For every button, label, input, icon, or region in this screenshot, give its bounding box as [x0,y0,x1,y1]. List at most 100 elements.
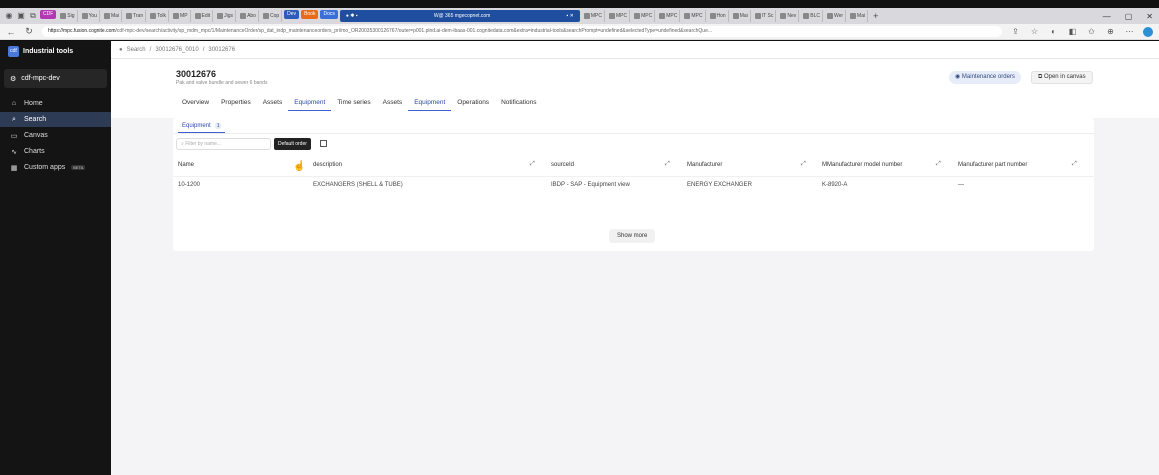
browser-tab-10[interactable]: Cop [261,10,283,22]
browser-tab-strip: ◉ ▣ ⧉ CDF Sig You Mai Tran Tolk MP Edit Jigs Abo C… [0,8,1159,24]
browser-tab-right-1[interactable]: MPC [607,10,631,22]
tab-equipment[interactable]: Equipment [408,97,452,111]
column-header-description[interactable]: description [313,162,342,168]
extensions-icon[interactable]: ◐ [1048,27,1059,36]
more-icon[interactable]: ⋯ [1124,27,1135,36]
url-field[interactable]: https://mpc.fusion.cognite.com/cdf-mpc-d… [42,26,1002,37]
project-selector[interactable]: ⚙ cdf-mpc-dev [4,69,107,88]
split-screen-icon[interactable]: ◧ [1067,27,1078,36]
browser-tab-right-3[interactable]: MPC [657,10,681,22]
app-logo: cdf [8,45,19,57]
tab-favicon-icon [126,13,133,19]
cell-name[interactable]: 10-1200 [178,182,200,188]
browser-tab-7[interactable]: Edit [193,10,214,22]
breadcrumb-search-icon: ● [119,46,123,53]
workspaces-icon[interactable]: ▣ [16,11,26,21]
maintenance-orders-button[interactable]: ◉ Maintenance orders [949,71,1021,84]
new-tab-button[interactable]: + [870,11,881,21]
subtab-label: Equipment [182,123,211,129]
tab-actions-icon[interactable]: ⧉ [28,11,38,21]
browser-tab-right-11[interactable]: Mai [848,10,869,22]
sidebar-item-canvas[interactable]: ▭ Canvas [0,128,111,143]
tab-favicon-icon [659,13,666,19]
show-more-button[interactable]: Show more [609,229,656,243]
browser-tab-12[interactable]: Book [301,10,319,19]
browser-tab-right-4[interactable]: MPC [682,10,706,22]
expand-column-icon[interactable]: ⤢ [530,161,535,168]
column-header-name[interactable]: Name [178,162,194,168]
browser-tab-right-8[interactable]: Nev [778,10,800,22]
sidebar-item-charts[interactable]: ∿ Charts [0,144,111,159]
cell-part-number: — [958,182,964,188]
app-name: Industrial tools [23,47,74,55]
tab-assets[interactable]: Assets [257,97,289,111]
browser-tab-2[interactable]: You [80,10,100,22]
open-in-canvas-button[interactable]: ⧉ Open in canvas [1031,71,1093,84]
browser-tab-6[interactable]: MP [171,10,191,22]
tab-properties[interactable]: Properties [215,97,257,111]
browser-tab-right-0[interactable]: MPC [582,10,605,22]
tab-operations[interactable]: Operations [451,97,495,111]
canvas-icon: ▭ [10,132,18,140]
browser-tab-right-5[interactable]: Hon [708,10,729,22]
browser-tab-right-7[interactable]: IT Sc [753,10,777,22]
browser-tab-11[interactable]: Dev [284,10,300,19]
column-settings-icon[interactable] [320,140,327,147]
expand-column-icon[interactable]: ⤢ [801,161,806,168]
browser-tab-13[interactable]: Docs [320,10,338,19]
sidebar-item-search[interactable]: ⌕ Search [0,112,111,127]
share-icon[interactable]: ⇪ [1010,27,1021,36]
expand-column-icon[interactable]: ⤢ [1072,161,1077,168]
tab-time-series[interactable]: Time series [331,97,376,111]
favorite-star-icon[interactable]: ☆ [1029,27,1040,36]
page-subtitle: Pak and valve bundle and sewer 6 bands [176,80,268,86]
tab-equipment[interactable]: Equipment [288,97,332,111]
sidebar-item-label: Charts [24,148,45,155]
breadcrumb-item-search[interactable]: Search [127,47,146,53]
copilot-icon[interactable] [1143,26,1153,37]
profile-icon[interactable]: ◉ [4,11,14,21]
tab-assets[interactable]: Assets [377,97,409,111]
browser-tab-4[interactable]: Tran [124,10,147,22]
expand-column-icon[interactable]: ⤢ [936,161,941,168]
browser-tab-1[interactable]: Sig [58,10,78,22]
refresh-icon[interactable]: ↻ [24,26,34,37]
collections-icon[interactable]: ⊕ [1105,27,1116,36]
browser-tab-8[interactable]: Jigs [215,10,237,22]
browser-tab-label: MP [180,13,188,19]
minimize-icon[interactable]: — [1103,12,1111,21]
browser-tab-label: Mai [739,13,748,19]
sidebar-item-home[interactable]: ⌂ Home [0,96,111,111]
sidebar: cdf Industrial tools ⚙ cdf-mpc-dev ⌂ Home… [0,41,111,475]
tab-favicon-icon [60,13,67,19]
browser-tab-0[interactable]: CDF [40,10,57,19]
tab-equipment-sub[interactable]: Equipment 1 [178,120,226,133]
browser-tab-right-2[interactable]: MPC [632,10,656,22]
browser-tab-right-6[interactable]: Mai [731,10,751,22]
column-header-model-number[interactable]: MManufacturer model number [822,162,902,168]
column-header-part-number[interactable]: Manufacturer part number [958,162,1027,168]
browser-tab-label: Sig [67,13,75,19]
browser-tab-active-center[interactable]: ● ✱ ▪ W@ 365 mgecopnet.com ▪ ✕ [339,10,580,22]
expand-column-icon[interactable]: ⤢ [665,161,670,168]
browser-tab-right-10[interactable]: Wer [825,10,847,22]
maximize-icon[interactable]: ▢ [1125,12,1133,21]
close-icon[interactable]: ✕ [1146,12,1153,21]
favorites-icon[interactable]: ✩ [1086,27,1097,36]
equipment-count-badge: 1 [214,123,222,129]
maintenance-orders-label: Maintenance orders [961,74,1015,80]
tab-overview[interactable]: Overview [176,97,215,111]
breadcrumb-item-order[interactable]: 30012676_0010 [155,47,198,53]
filter-input[interactable]: ⌕ Filter by name... [176,138,271,150]
browser-tab-9[interactable]: Abo [238,10,259,22]
browser-tab-right-9[interactable]: BLC [801,10,823,22]
sidebar-item-custom-apps[interactable]: ▦ Custom apps BETA [0,160,111,175]
column-header-sourceid[interactable]: sourceId [551,162,574,168]
browser-tab-3[interactable]: Mai [102,10,123,22]
column-header-manufacturer[interactable]: Manufacturer [687,162,722,168]
browser-tab-label: MPC [616,13,628,19]
browser-tab-5[interactable]: Tolk [148,10,170,22]
breadcrumb: ● Search / 30012676_0010 / 30012676 [111,41,1159,59]
back-icon[interactable]: ← [6,27,16,37]
tab-notifications[interactable]: Notifications [495,97,542,111]
